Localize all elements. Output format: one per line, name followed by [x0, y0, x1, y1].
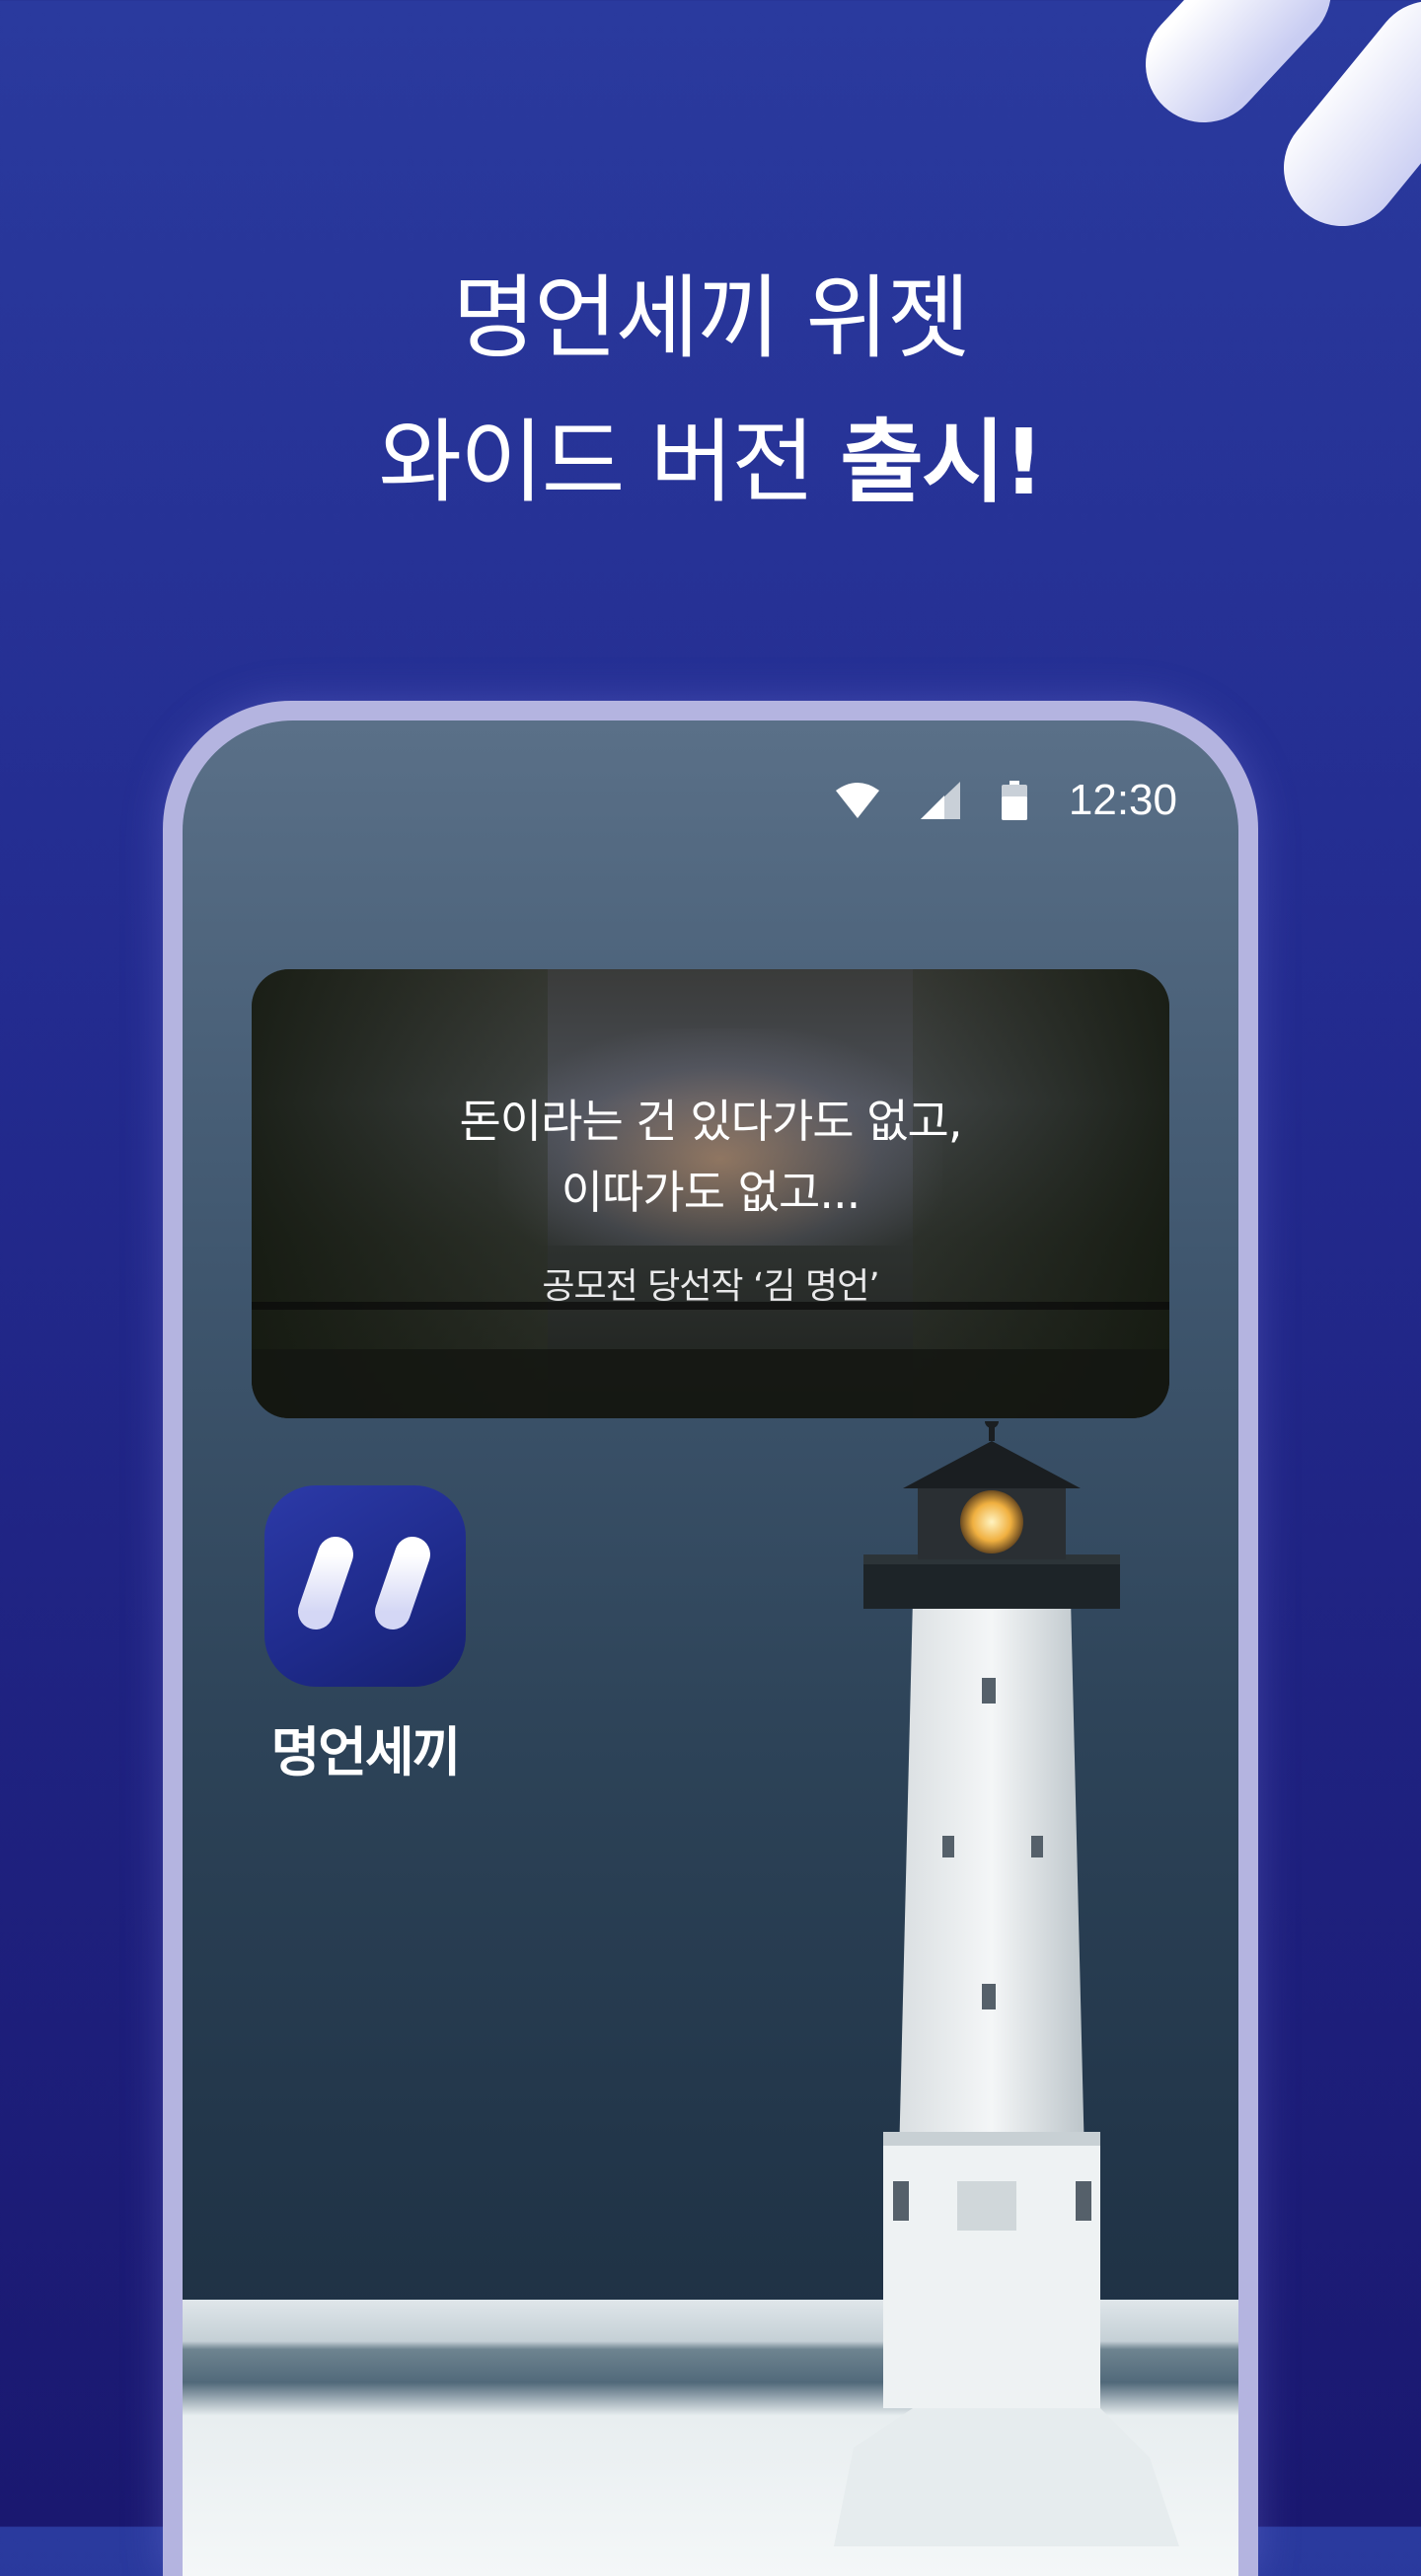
widget-quote: 돈이라는 건 있다가도 없고, 이따가도 없고... [252, 1086, 1169, 1228]
quote-line-1: 돈이라는 건 있다가도 없고, [459, 1095, 962, 1148]
decorative-quote-icon [1146, 0, 1421, 226]
headline-line-2: 와이드 버전 출시! [0, 391, 1421, 535]
widget-ground [252, 1349, 1169, 1418]
quote-line-2: 이따가도 없고... [561, 1166, 860, 1219]
app-label: 명언세끼 [270, 1721, 462, 1783]
headline-line-1: 명언세끼 위젯 [452, 265, 970, 371]
headline-line-2-text: 와이드 버전 [378, 410, 841, 515]
widget-author: 공모전 당선작 ‘김 명언’ [542, 1266, 879, 1307]
status-time: 12:30 [1068, 776, 1177, 824]
headline: 명언세끼 위젯 와이드 버전 출시! [0, 247, 1421, 535]
quote-widget[interactable]: 돈이라는 건 있다가도 없고, 이따가도 없고... 공모전 당선작 ‘김 명언… [252, 969, 1169, 1418]
app-shortcut[interactable]: 명언세끼 [262, 1485, 469, 1786]
quote-logo-icon [298, 1537, 430, 1629]
app-icon[interactable] [264, 1485, 466, 1687]
signal-icon [920, 782, 960, 819]
battery-icon [1001, 781, 1027, 820]
headline-highlight: 출시! [840, 410, 1044, 515]
lighthouse-image [834, 1421, 1179, 2546]
status-bar: 12:30 [835, 776, 1177, 825]
phone-frame: 12:30 돈이라는 건 있다가도 없고, 이따가도 없고... 공모전 당선작… [163, 701, 1258, 2576]
phone-screen: 12:30 돈이라는 건 있다가도 없고, 이따가도 없고... 공모전 당선작… [183, 720, 1238, 2576]
wifi-icon [835, 783, 879, 818]
